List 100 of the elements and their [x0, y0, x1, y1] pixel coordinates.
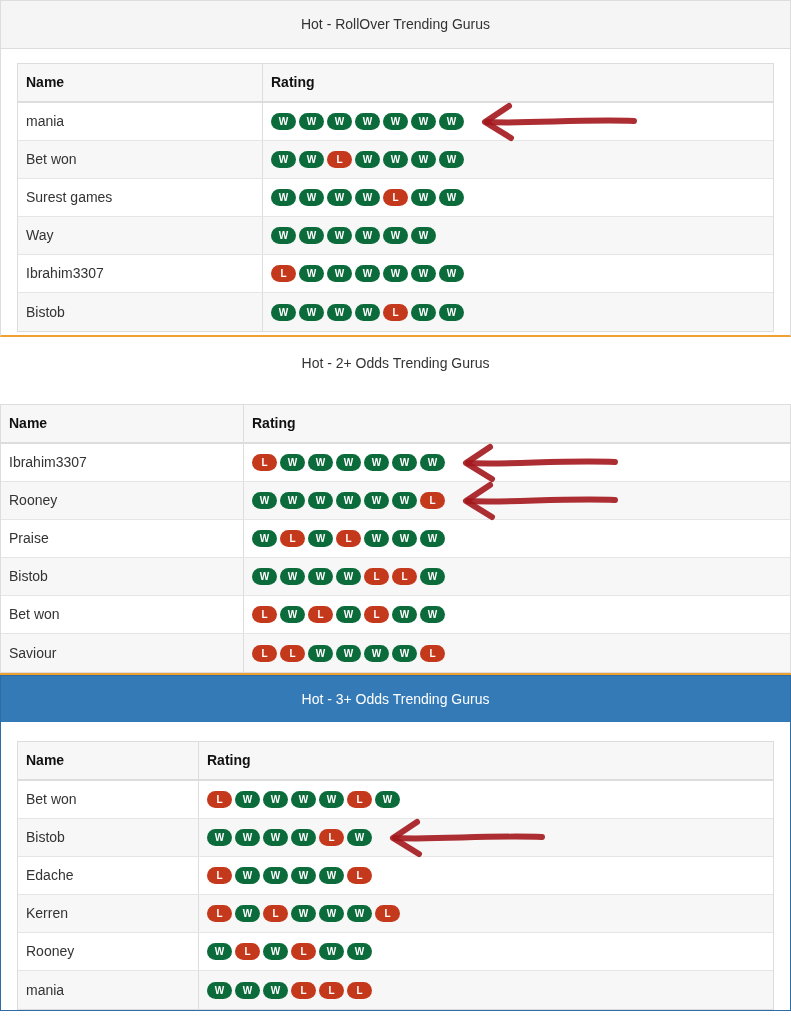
- result-badge: L: [252, 644, 277, 662]
- result-badge: L: [420, 492, 445, 509]
- result-badge: L: [252, 454, 277, 471]
- column-header: Rating: [206, 751, 252, 770]
- result-badge: W: [299, 265, 324, 282]
- result-badge: W: [392, 530, 417, 547]
- result-badge: W: [411, 151, 436, 168]
- result-badge: W: [439, 113, 464, 130]
- result-badge: W: [207, 943, 232, 960]
- result-badge: W: [308, 492, 333, 509]
- result-badge: W: [235, 905, 260, 922]
- result-badge: L: [235, 943, 260, 960]
- table-cell: Bistob: [18, 819, 199, 856]
- result-badge: L: [271, 265, 296, 282]
- result-badge: L: [420, 644, 445, 662]
- result-badge: W: [263, 791, 288, 808]
- column-header: Name: [1, 405, 244, 442]
- result-badge: W: [271, 151, 296, 168]
- result-badge: W: [364, 454, 389, 471]
- result-badge: W: [271, 113, 296, 130]
- result-badge: W: [364, 492, 389, 509]
- result-badge: W: [319, 867, 344, 884]
- result-badge: W: [336, 606, 361, 623]
- result-badge: W: [439, 151, 464, 168]
- panel-title: Hot - 2+ Odds Trending Gurus: [300, 353, 491, 373]
- result-badge: W: [355, 227, 380, 244]
- result-badge: W: [327, 265, 352, 282]
- result-badge: W: [263, 981, 288, 999]
- result-badge: W: [263, 829, 288, 846]
- result-badge: W: [299, 227, 324, 244]
- result-badge: W: [347, 905, 372, 922]
- result-badge: W: [375, 791, 400, 808]
- column-header: Name: [18, 742, 199, 779]
- table-cell: Praise: [1, 520, 244, 557]
- table-cell: Bistob: [18, 293, 263, 331]
- panel-title: Hot - 3+ Odds Trending Gurus: [1, 676, 790, 722]
- result-badge: W: [299, 113, 324, 130]
- result-badge: L: [375, 905, 400, 922]
- table-cell: Edache: [18, 857, 199, 894]
- result-badge: W: [319, 943, 344, 960]
- result-badge: W: [411, 265, 436, 282]
- result-badge: L: [319, 829, 344, 846]
- table-cell: mania: [18, 971, 199, 1009]
- result-badge: L: [347, 791, 372, 808]
- result-badge: W: [308, 530, 333, 547]
- result-badge: L: [291, 943, 316, 960]
- column-header: Name: [18, 64, 263, 101]
- table-cell: Way: [18, 217, 263, 254]
- result-badge: W: [364, 530, 389, 547]
- result-badge: W: [420, 568, 445, 585]
- result-badge: W: [235, 867, 260, 884]
- result-badge: W: [355, 189, 380, 206]
- column-header: Rating: [270, 73, 316, 92]
- result-badge: L: [392, 568, 417, 585]
- result-badge: W: [355, 113, 380, 130]
- table-cell: mania: [18, 103, 263, 140]
- result-badge: L: [291, 981, 316, 999]
- table-cell: Rooney: [18, 933, 199, 970]
- result-badge: W: [383, 265, 408, 282]
- result-badge: W: [280, 568, 305, 585]
- result-badge: W: [291, 905, 316, 922]
- result-badge: L: [383, 303, 408, 321]
- result-badge: W: [411, 113, 436, 130]
- result-badge: W: [392, 492, 417, 509]
- result-badge: L: [319, 981, 344, 999]
- result-badge: W: [411, 189, 436, 206]
- result-badge: L: [336, 530, 361, 547]
- table-cell: Bet won: [18, 141, 263, 178]
- result-badge: W: [319, 791, 344, 808]
- result-badge: W: [355, 151, 380, 168]
- result-badge: W: [207, 829, 232, 846]
- result-badge: W: [299, 303, 324, 321]
- result-badge: L: [252, 606, 277, 623]
- result-badge: W: [439, 265, 464, 282]
- result-badge: W: [271, 303, 296, 321]
- result-badge: W: [299, 189, 324, 206]
- result-badge: W: [327, 227, 352, 244]
- result-badge: W: [364, 644, 389, 662]
- result-badge: W: [411, 303, 436, 321]
- result-badge: W: [263, 943, 288, 960]
- panel-title: Hot - RollOver Trending Gurus: [1, 1, 790, 49]
- result-badge: W: [291, 829, 316, 846]
- result-badge: W: [327, 189, 352, 206]
- result-badge: W: [308, 568, 333, 585]
- result-badge: W: [392, 454, 417, 471]
- result-badge: W: [420, 454, 445, 471]
- result-badge: W: [280, 454, 305, 471]
- result-badge: W: [235, 829, 260, 846]
- result-badge: W: [336, 454, 361, 471]
- table-cell: Ibrahim3307: [18, 255, 263, 292]
- result-badge: W: [336, 492, 361, 509]
- result-badge: W: [420, 606, 445, 623]
- result-badge: W: [355, 303, 380, 321]
- result-badge: L: [327, 151, 352, 168]
- result-badge: L: [347, 867, 372, 884]
- result-badge: W: [439, 189, 464, 206]
- result-badge: W: [336, 644, 361, 662]
- result-badge: W: [439, 303, 464, 321]
- result-badge: L: [383, 189, 408, 206]
- column-header: Rating: [251, 414, 297, 433]
